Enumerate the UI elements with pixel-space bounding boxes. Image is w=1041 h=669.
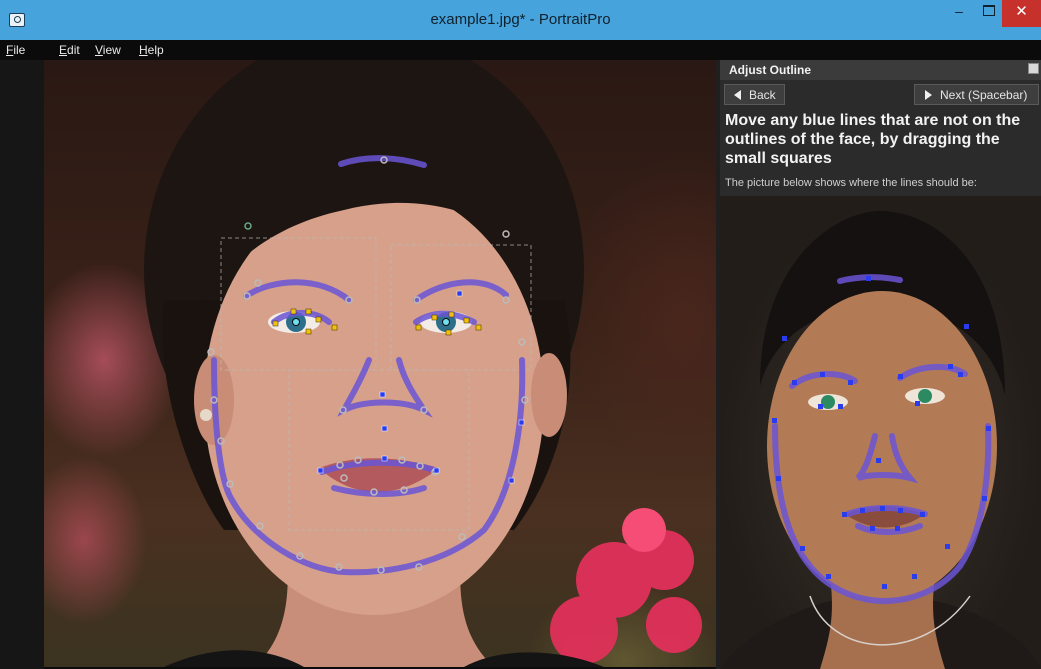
instruction-text: Move any blue lines that are not on the … — [725, 112, 1021, 167]
menu-help[interactable]: Help — [139, 43, 164, 57]
right-ear — [531, 353, 567, 437]
panel-header: Adjust Outline — [720, 60, 1041, 80]
earring — [200, 409, 212, 421]
main-photo-canvas[interactable] — [44, 60, 716, 667]
minimize-button[interactable]: – — [946, 0, 972, 27]
menu-bar: File Edit View Help — [0, 40, 1041, 60]
left-gutter — [0, 60, 44, 669]
instruction-subtext: The picture below shows where the lines … — [725, 177, 977, 189]
close-button[interactable]: ✕ — [1002, 0, 1041, 27]
photo-svg[interactable] — [44, 60, 716, 667]
back-button[interactable]: Back — [724, 84, 785, 105]
triangle-left-icon — [734, 90, 741, 100]
title-bar[interactable]: example1.jpg* - PortraitPro – ✕ — [0, 0, 1041, 40]
adjust-outline-panel: Adjust Outline Back Next (Spacebar) Move… — [720, 60, 1041, 669]
minimize-icon: – — [955, 3, 963, 19]
menu-view[interactable]: View — [95, 43, 121, 57]
reference-photo — [720, 196, 1041, 669]
restore-panel-icon[interactable] — [1028, 63, 1039, 74]
back-label: Back — [749, 88, 776, 102]
triangle-right-icon — [925, 90, 932, 100]
menu-file[interactable]: File — [6, 43, 25, 57]
close-icon: ✕ — [1015, 3, 1028, 20]
maximize-icon — [983, 5, 995, 16]
menu-edit[interactable]: Edit — [59, 43, 80, 57]
maximize-button[interactable] — [976, 0, 1002, 27]
next-label: Next (Spacebar) — [940, 88, 1028, 102]
flower-decoration — [550, 508, 702, 664]
window-title: example1.jpg* - PortraitPro — [430, 11, 611, 28]
panel-title: Adjust Outline — [729, 63, 811, 77]
reference-svg — [720, 211, 1041, 669]
next-button[interactable]: Next (Spacebar) — [914, 84, 1039, 105]
